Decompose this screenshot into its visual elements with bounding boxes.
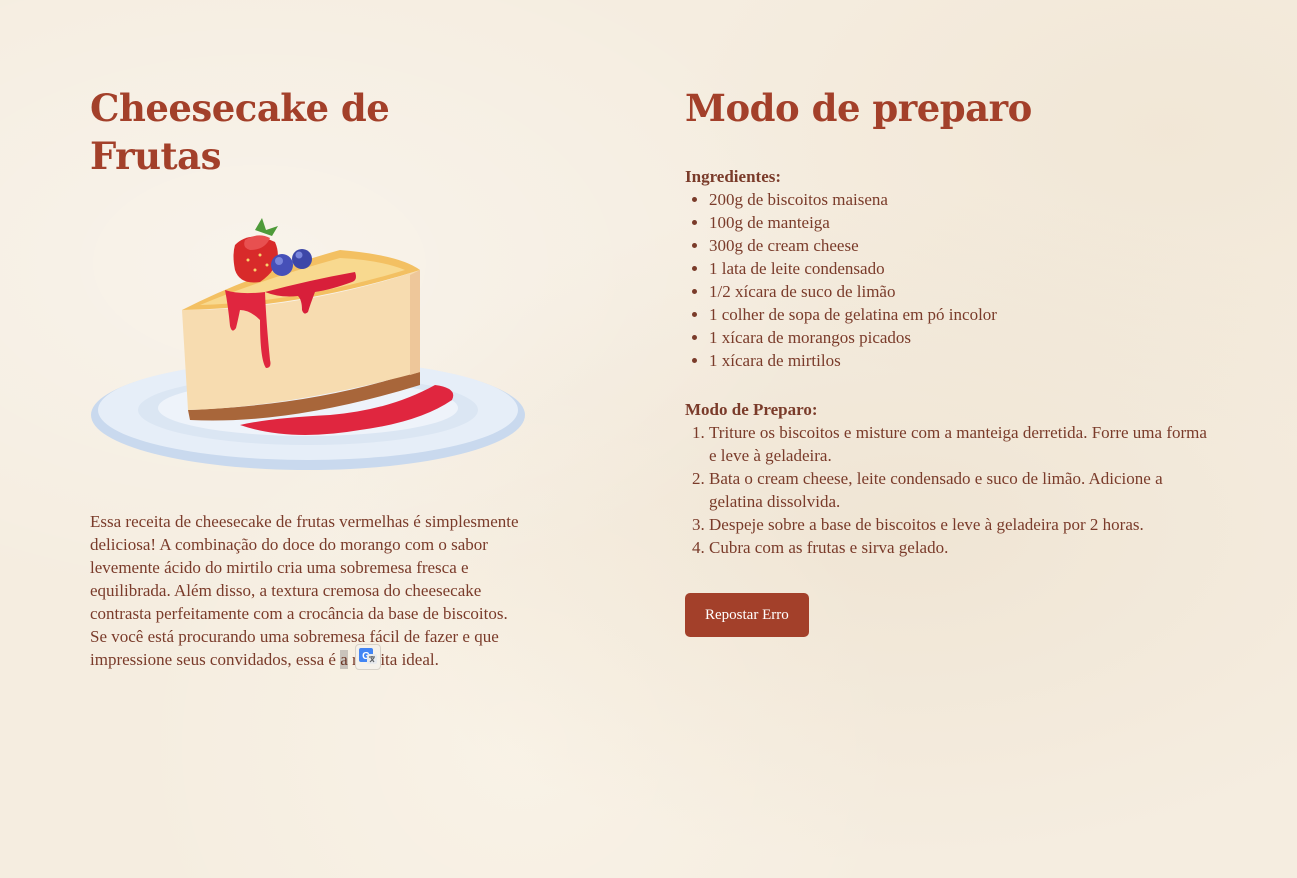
- ingredient-item: 300g de cream cheese: [709, 234, 1215, 257]
- steps-section: Modo de Preparo: Triture os biscoitos e …: [685, 398, 1215, 559]
- recipe-intro-column: Cheesecake de Frutas Essa receita de che…: [90, 84, 530, 688]
- preparation-title: Modo de preparo: [685, 86, 1032, 130]
- recipe-title: Cheesecake de Frutas: [90, 86, 390, 178]
- selected-text: a: [340, 650, 348, 669]
- ingredients-section: Ingredientes: 200g de biscoitos maisena …: [685, 165, 1215, 372]
- preparation-column: Modo de preparo Ingredientes: 200g de bi…: [685, 84, 1215, 637]
- ingredient-item: 1 xícara de morangos picados: [709, 326, 1215, 349]
- ingredient-item: 100g de manteiga: [709, 211, 1215, 234]
- report-error-button[interactable]: Repostar Erro: [685, 593, 809, 637]
- ingredient-item: 1 colher de sopa de gelatina em pó incol…: [709, 303, 1215, 326]
- cheesecake-illustration: [91, 218, 525, 470]
- ingredients-list: 200g de biscoitos maisena 100g de mantei…: [685, 188, 1215, 372]
- ingredient-item: 1/2 xícara de suco de limão: [709, 280, 1215, 303]
- step-item: Despeje sobre a base de biscoitos e leve…: [709, 513, 1209, 536]
- ingredient-item: 1 xícara de mirtilos: [709, 349, 1215, 372]
- description-text: Essa receita de cheesecake de frutas ver…: [90, 512, 519, 669]
- google-translate-icon[interactable]: G: [355, 644, 381, 670]
- recipe-description: Essa receita de cheesecake de frutas ver…: [90, 510, 520, 671]
- ingredients-heading: Ingredientes:: [685, 167, 782, 186]
- ingredient-item: 1 lata de leite condensado: [709, 257, 1215, 280]
- step-item: Bata o cream cheese, leite condensado e …: [709, 467, 1209, 513]
- steps-list: Triture os biscoitos e misture com a man…: [685, 421, 1209, 559]
- steps-heading: Modo de Preparo:: [685, 400, 818, 419]
- ingredient-item: 200g de biscoitos maisena: [709, 188, 1215, 211]
- step-item: Triture os biscoitos e misture com a man…: [709, 421, 1209, 467]
- step-item: Cubra com as frutas e sirva gelado.: [709, 536, 1209, 559]
